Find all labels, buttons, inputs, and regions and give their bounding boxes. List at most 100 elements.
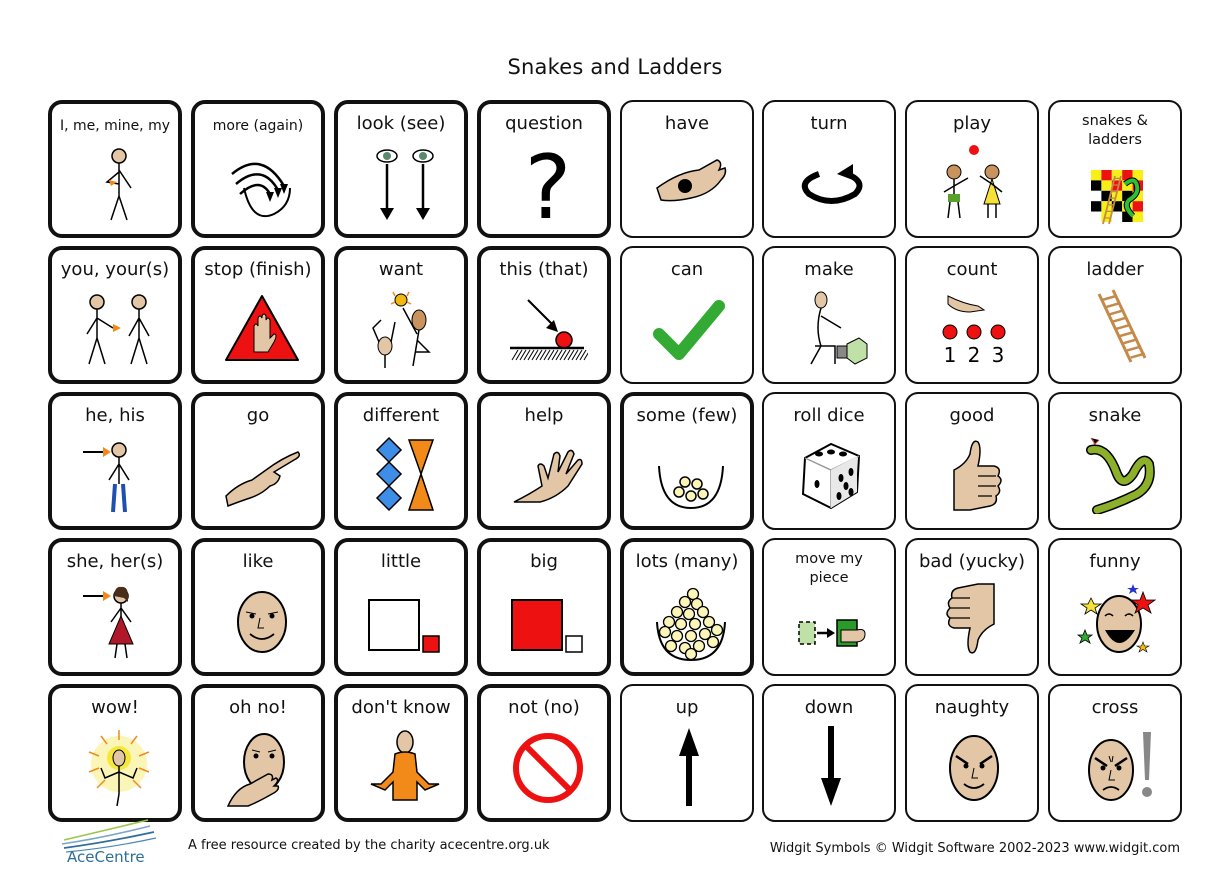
symbol-cell-wow[interactable]: wow! xyxy=(48,684,182,822)
make-person-icon xyxy=(810,291,868,365)
symbol-cell-funny[interactable]: funny xyxy=(1048,538,1182,676)
footer-copyright: Widgit Symbols © Widgit Software 2002-20… xyxy=(769,841,1180,856)
cell-label: some (few) xyxy=(636,405,738,426)
symbol-cell-want[interactable]: want xyxy=(334,246,468,384)
snakes-ladders-board-icon xyxy=(1091,170,1143,225)
arrow-down-icon xyxy=(821,726,841,806)
person-you-icon xyxy=(86,294,150,365)
symbol-cell-you-your-s[interactable]: you, your(s) xyxy=(48,246,182,384)
arrow-up-icon xyxy=(679,728,699,806)
symbol-cell-move-my-piece[interactable]: move my piece xyxy=(762,538,896,676)
symbol-cell-naughty[interactable]: naughty xyxy=(905,684,1039,822)
eyes-icon xyxy=(376,149,434,220)
symbol-cell-question[interactable]: question? xyxy=(477,100,611,238)
symbol-cell-have[interactable]: have xyxy=(620,100,754,238)
symbol-cell-roll-dice[interactable]: roll dice xyxy=(762,392,896,530)
cell-label: snake xyxy=(1088,405,1142,426)
cell-label: I, me, mine, my xyxy=(59,118,171,134)
hand-holding-icon xyxy=(656,159,727,202)
cell-label: like xyxy=(242,551,274,572)
symbol-cell-ladder[interactable]: ladder xyxy=(1048,246,1182,384)
symbol-cell-she-her-s[interactable]: she, her(s) xyxy=(48,538,182,676)
prohibited-icon xyxy=(513,733,583,803)
cell-label: look (see) xyxy=(356,113,446,134)
cell-label: lots (many) xyxy=(635,551,739,572)
cell-label: go xyxy=(246,405,270,426)
little-square-icon xyxy=(368,599,440,653)
cell-label: she, her(s) xyxy=(66,551,164,572)
symbol-cell-turn[interactable]: turn xyxy=(762,100,896,238)
cell-label: cross xyxy=(1091,697,1139,718)
svg-text:?: ? xyxy=(525,144,572,224)
symbol-cell-up[interactable]: up xyxy=(620,684,754,822)
symbol-cell-don-t-know[interactable]: don't know xyxy=(334,684,468,822)
page-title: Snakes and Ladders xyxy=(507,55,723,79)
symbol-cell-down[interactable]: down xyxy=(762,684,896,822)
cell-label: play xyxy=(952,113,992,134)
symbol-cell-i-me-mine-my[interactable]: I, me, mine, my xyxy=(48,100,182,238)
symbol-cell-little[interactable]: little xyxy=(334,538,468,676)
symbol-cell-cross[interactable]: cross xyxy=(1048,684,1182,822)
cell-label: roll dice xyxy=(793,405,865,426)
laughing-face-icon xyxy=(1077,584,1157,653)
person-self-icon xyxy=(105,148,132,221)
symbol-cell-snakes-ladders[interactable]: snakes & ladders xyxy=(1048,100,1182,238)
symbol-cell-he-his[interactable]: he, his xyxy=(48,392,182,530)
symbol-cell-play[interactable]: play xyxy=(905,100,1039,238)
symbol-cell-more-again[interactable]: more (again) xyxy=(191,100,325,238)
children-playing-icon xyxy=(943,145,1003,219)
cell-label: he, his xyxy=(85,405,145,426)
cell-label: snakes & ladders xyxy=(1082,113,1148,148)
thumbs-down-icon xyxy=(946,583,995,654)
cell-label: wow! xyxy=(91,697,139,718)
cell-label: this (that) xyxy=(499,259,589,280)
symbol-cell-go[interactable]: go xyxy=(191,392,325,530)
symbol-cell-not-no[interactable]: not (no) xyxy=(477,684,611,822)
cell-label: turn xyxy=(810,113,848,134)
turn-arrow-icon xyxy=(801,164,863,204)
cell-label: make xyxy=(804,259,854,280)
person-she-icon xyxy=(83,586,134,659)
symbol-cell-this-that[interactable]: this (that) xyxy=(477,246,611,384)
cell-label: move my piece xyxy=(795,551,863,586)
svg-text:1: 1 xyxy=(944,343,957,367)
smiling-face-icon xyxy=(237,591,287,653)
naughty-face-icon xyxy=(949,735,999,801)
symbol-cell-help[interactable]: help xyxy=(477,392,611,530)
cell-label: don't know xyxy=(351,697,451,718)
symbol-cell-different[interactable]: different xyxy=(334,392,468,530)
symbol-cell-snake[interactable]: snake xyxy=(1048,392,1182,530)
symbol-cell-like[interactable]: like xyxy=(191,538,325,676)
cell-label: more (again) xyxy=(212,118,304,134)
snake-icon xyxy=(1086,437,1155,514)
this-pointer-icon xyxy=(510,299,588,361)
symbol-cell-some-few[interactable]: some (few) xyxy=(620,392,754,530)
shrug-icon xyxy=(370,730,440,801)
acecentre-logo-text: AceCentre xyxy=(67,848,145,866)
more-arrows-icon xyxy=(231,162,291,218)
symbol-cell-look-see[interactable]: look (see) xyxy=(334,100,468,238)
symbol-cell-can[interactable]: can xyxy=(620,246,754,384)
cell-label: bad (yucky) xyxy=(918,551,1026,572)
question-mark-icon: ? xyxy=(525,144,572,224)
ladder-icon xyxy=(1097,289,1147,363)
stop-hand-icon xyxy=(225,295,299,361)
bowl-many-icon xyxy=(656,587,726,662)
symbol-cell-count[interactable]: count 1 2 3 xyxy=(905,246,1039,384)
symbol-cell-good[interactable]: good xyxy=(905,392,1039,530)
symbol-cell-stop-finish[interactable]: stop (finish) xyxy=(191,246,325,384)
symbol-cell-oh-no[interactable]: oh no! xyxy=(191,684,325,822)
cell-label: oh no! xyxy=(229,697,287,718)
cell-label: different xyxy=(362,405,440,426)
oh-no-face-icon xyxy=(226,733,285,807)
bowl-few-icon xyxy=(658,465,724,510)
footer-credit: A free resource created by the charity a… xyxy=(188,838,550,853)
symbol-cell-big[interactable]: big xyxy=(477,538,611,676)
pointing-hand-icon xyxy=(225,451,301,508)
symbol-cell-bad-yucky[interactable]: bad (yucky) xyxy=(905,538,1039,676)
big-square-icon xyxy=(511,599,583,653)
cell-label: down xyxy=(804,697,854,718)
symbol-cell-make[interactable]: make xyxy=(762,246,896,384)
symbol-cell-lots-many[interactable]: lots (many) xyxy=(620,538,754,676)
cell-label: little xyxy=(380,551,422,572)
